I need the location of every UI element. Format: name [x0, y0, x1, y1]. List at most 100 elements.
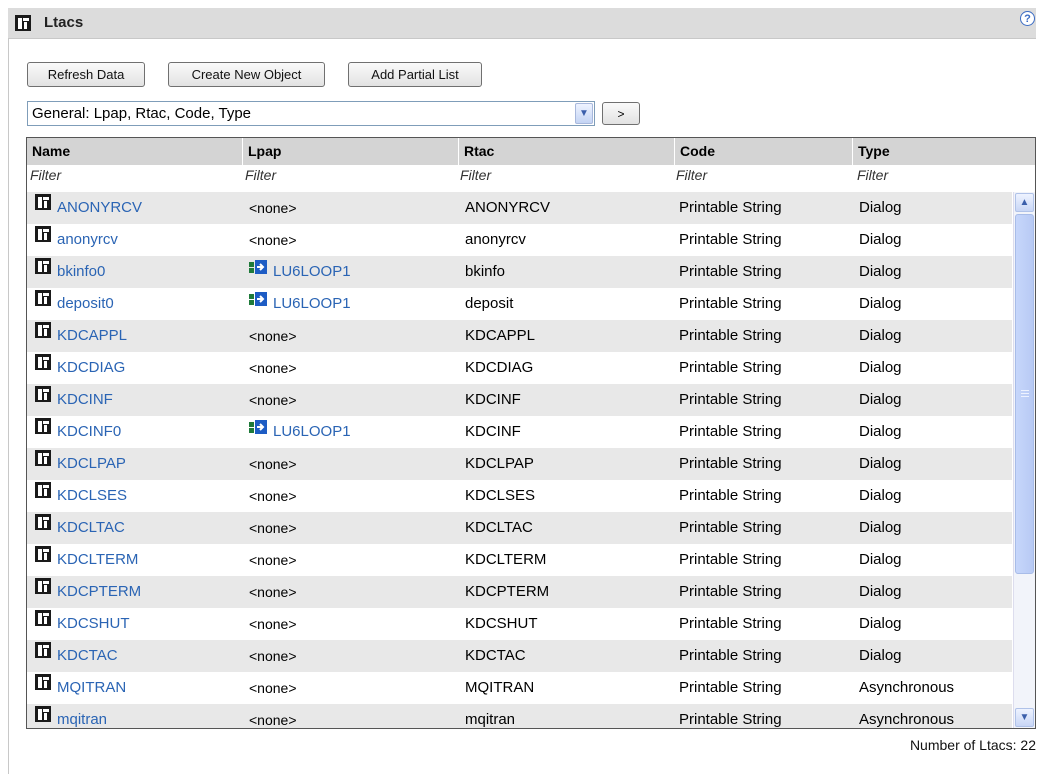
table-row[interactable]: KDCLPAP <none> KDCLPAP Printable String Dial… [27, 448, 1012, 480]
ltac-count: Number of Ltacs: 22 [909, 737, 1036, 753]
cell-name[interactable]: KDCSHUT [35, 608, 130, 640]
ltac-name-link[interactable]: KDCSHUT [57, 615, 130, 632]
create-new-object-button[interactable]: Create New Object [168, 62, 325, 87]
help-icon[interactable]: ? [1020, 11, 1035, 26]
vertical-scrollbar[interactable]: ▲ ▼ [1013, 192, 1035, 728]
table-row[interactable]: KDCLTERM <none> KDCLTERM Printable String Di… [27, 544, 1012, 576]
cell-lpap[interactable]: LU6LOOP1 [249, 256, 351, 288]
ltac-name-link[interactable]: KDCDIAG [57, 359, 125, 376]
filter-code[interactable]: Filter [676, 167, 707, 183]
view-select-value: General: Lpap, Rtac, Code, Type [32, 105, 252, 122]
cell-name[interactable]: KDCLSES [35, 480, 127, 512]
cell-name[interactable]: KDCINF [35, 384, 113, 416]
add-partial-list-button[interactable]: Add Partial List [348, 62, 482, 87]
table-row[interactable]: MQITRAN <none> MQITRAN Printable String Asyn… [27, 672, 1012, 704]
table-row[interactable]: KDCDIAG <none> KDCDIAG Printable String Dial… [27, 352, 1012, 384]
cell-rtac: MQITRAN [465, 679, 535, 696]
ltac-name-link[interactable]: KDCLSES [57, 487, 127, 504]
apply-view-button[interactable]: > [602, 102, 640, 125]
cell-lpap: <none> [249, 328, 297, 344]
view-select[interactable]: General: Lpap, Rtac, Code, Type ▼ [27, 101, 595, 126]
table-row[interactable]: KDCTAC <none> KDCTAC Printable String Dialog [27, 640, 1012, 672]
cell-name[interactable]: bkinfo0 [35, 256, 105, 288]
table-row[interactable]: KDCSHUT <none> KDCSHUT Printable String Dial… [27, 608, 1012, 640]
table-row[interactable]: KDCLSES <none> KDCLSES Printable String Dial… [27, 480, 1012, 512]
chevron-down-icon[interactable]: ▼ [575, 103, 593, 124]
refresh-data-button[interactable]: Refresh Data [27, 62, 145, 87]
cell-rtac: KDCLTAC [465, 519, 533, 536]
cell-name[interactable]: KDCINF0 [35, 416, 121, 448]
cell-lpap: <none> [249, 392, 297, 408]
cell-code: Printable String [679, 391, 782, 408]
cell-name[interactable]: KDCPTERM [35, 576, 141, 608]
filter-type[interactable]: Filter [857, 167, 888, 183]
cell-type: Dialog [859, 391, 902, 408]
cell-name[interactable]: deposit0 [35, 288, 114, 320]
cell-name[interactable]: KDCAPPL [35, 320, 127, 352]
table-row[interactable]: ANONYRCV <none> ANONYRCV Printable String Di… [27, 192, 1012, 224]
cell-name[interactable]: MQITRAN [35, 672, 126, 704]
ltac-name-link[interactable]: ANONYRCV [57, 199, 142, 216]
ltac-name-link[interactable]: KDCPTERM [57, 583, 141, 600]
cell-name[interactable]: ANONYRCV [35, 192, 142, 224]
column-header-code[interactable]: Code [675, 138, 852, 165]
table-row[interactable]: bkinfo0 LU6LOOP1 bkinfo Printable String Dia… [27, 256, 1012, 288]
ltac-icon [35, 670, 51, 702]
lpap-link[interactable]: LU6LOOP1 [273, 423, 351, 440]
cell-type: Asynchronous [859, 679, 955, 696]
cell-name[interactable]: mqitran [35, 704, 107, 728]
ltac-name-link[interactable]: KDCINF0 [57, 423, 121, 440]
cell-lpap: <none> [249, 616, 297, 632]
ltac-name-link[interactable]: bkinfo0 [57, 263, 105, 280]
table-row[interactable]: KDCAPPL <none> KDCAPPL Printable String Dial… [27, 320, 1012, 352]
lpap-partner-icon [249, 286, 267, 318]
ltac-icon [35, 638, 51, 670]
ltac-name-link[interactable]: KDCINF [57, 391, 113, 408]
cell-lpap[interactable]: LU6LOOP1 [249, 416, 351, 448]
ltac-icon [35, 478, 51, 510]
scroll-down-icon[interactable]: ▼ [1015, 708, 1034, 727]
cell-name[interactable]: KDCLTAC [35, 512, 125, 544]
cell-name[interactable]: KDCDIAG [35, 352, 125, 384]
cell-name[interactable]: KDCTAC [35, 640, 118, 672]
ltac-name-link[interactable]: KDCLTAC [57, 519, 125, 536]
scrollbar-thumb[interactable] [1015, 214, 1034, 574]
column-header-lpap[interactable]: Lpap [243, 138, 458, 165]
cell-name[interactable]: KDCLPAP [35, 448, 126, 480]
cell-rtac: ANONYRCV [465, 199, 551, 216]
ltac-name-link[interactable]: KDCTAC [57, 647, 118, 664]
table-row[interactable]: KDCPTERM <none> KDCPTERM Printable String Di… [27, 576, 1012, 608]
column-header-name[interactable]: Name [27, 138, 242, 165]
filter-name[interactable]: Filter [30, 167, 61, 183]
column-header-type[interactable]: Type [853, 138, 1035, 165]
table-row[interactable]: mqitran <none> mqitran Printable String Asyn… [27, 704, 1012, 728]
ltac-name-link[interactable]: KDCLTERM [57, 551, 138, 568]
lpap-link[interactable]: LU6LOOP1 [273, 295, 351, 312]
ltac-name-link[interactable]: deposit0 [57, 295, 114, 312]
column-header-rtac[interactable]: Rtac [459, 138, 674, 165]
cell-type: Dialog [859, 551, 902, 568]
ltac-name-link[interactable]: KDCLPAP [57, 455, 126, 472]
ltac-name-link[interactable]: anonyrcv [57, 231, 118, 248]
ltac-name-link[interactable]: MQITRAN [57, 679, 126, 696]
cell-type: Dialog [859, 519, 902, 536]
cell-rtac: anonyrcv [465, 231, 526, 248]
table-row[interactable]: KDCLTAC <none> KDCLTAC Printable String Dial… [27, 512, 1012, 544]
cell-rtac: KDCTAC [465, 647, 526, 664]
cell-rtac: mqitran [465, 711, 516, 728]
filter-rtac[interactable]: Filter [460, 167, 491, 183]
table-row[interactable]: anonyrcv <none> anonyrcv Printable String Di… [27, 224, 1012, 256]
lpap-link[interactable]: LU6LOOP1 [273, 263, 351, 280]
cell-lpap[interactable]: LU6LOOP1 [249, 288, 351, 320]
table-row[interactable]: KDCINF <none> KDCINF Printable String Dialog [27, 384, 1012, 416]
cell-type: Asynchronous [859, 711, 955, 728]
filter-lpap[interactable]: Filter [245, 167, 276, 183]
cell-name[interactable]: anonyrcv [35, 224, 118, 256]
cell-name[interactable]: KDCLTERM [35, 544, 138, 576]
ltac-name-link[interactable]: KDCAPPL [57, 327, 127, 344]
ltac-name-link[interactable]: mqitran [57, 711, 107, 728]
cell-code: Printable String [679, 263, 782, 280]
table-row[interactable]: KDCINF0 LU6LOOP1 KDCINF Printable String Dia… [27, 416, 1012, 448]
scroll-up-icon[interactable]: ▲ [1015, 193, 1034, 212]
table-row[interactable]: deposit0 LU6LOOP1 deposit Printable String D… [27, 288, 1012, 320]
